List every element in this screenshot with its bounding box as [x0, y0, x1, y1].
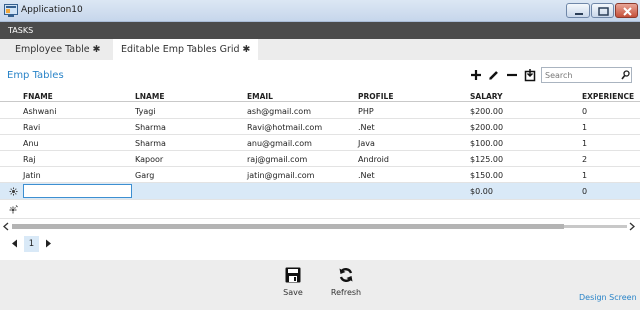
column-header-email[interactable]: EMAIL — [247, 92, 273, 101]
minimize-icon — [575, 13, 583, 15]
cell-salary: $100.00 — [470, 139, 504, 148]
cell-profile: .Net — [358, 171, 375, 180]
cell-fname: Ravi — [23, 123, 41, 132]
close-icon — [623, 7, 632, 16]
save-icon — [285, 267, 301, 283]
window-titlebar: Application10 — [0, 0, 640, 22]
tab-strip: Employee Table ✱ Editable Emp Tables Gri… — [0, 39, 640, 60]
save-label: Save — [283, 288, 303, 297]
previous-page-icon[interactable] — [11, 239, 18, 248]
table-row[interactable]: Jatin Garg jatin@gmail.com .Net $150.00 … — [0, 167, 640, 183]
page-number[interactable]: 1 — [24, 236, 39, 252]
add-row[interactable] — [0, 200, 640, 219]
section-title: Emp Tables — [7, 70, 64, 81]
delete-icon[interactable] — [505, 68, 519, 82]
cell-email: anu@gmail.com — [247, 139, 312, 148]
column-header-salary[interactable]: SALARY — [470, 92, 503, 101]
design-screen-link[interactable]: Design Screen — [579, 293, 637, 302]
cell-lname: Sharma — [135, 123, 166, 132]
cell-profile: Android — [358, 155, 389, 164]
tasks-label: TASKS — [8, 26, 34, 35]
cell-lname: Kapoor — [135, 155, 164, 164]
scrollbar-thumb[interactable] — [12, 224, 564, 229]
cell-email: ash@gmail.com — [247, 107, 311, 116]
scroll-right-arrow-icon[interactable] — [628, 222, 636, 231]
cell-experience: 0 — [582, 107, 588, 116]
command-bar: Save Refresh Design Screen — [0, 260, 640, 310]
cell-experience: 2 — [582, 155, 588, 164]
tab-employee-table[interactable]: Employee Table ✱ — [0, 39, 113, 60]
cell-lname: Tyagi — [135, 107, 156, 116]
cell-email: Ravi@hotmail.com — [247, 123, 323, 132]
new-row-editor[interactable]: $0.00 0 — [0, 183, 640, 200]
table-row[interactable]: Ravi Sharma Ravi@hotmail.com .Net $200.0… — [0, 119, 640, 135]
cell-experience: 1 — [582, 139, 588, 148]
add-icon[interactable] — [469, 68, 483, 82]
tasks-bar: TASKS — [0, 22, 640, 39]
refresh-button[interactable]: Refresh — [321, 267, 371, 297]
add-row-icon[interactable] — [9, 205, 18, 214]
cell-email: jatin@gmail.com — [247, 171, 315, 180]
cell-fname: Anu — [23, 139, 39, 148]
cell-fname: Jatin — [23, 171, 41, 180]
tab-editable-emp-tables-grid[interactable]: Editable Emp Tables Grid ✱ — [113, 39, 258, 60]
cell-lname: Garg — [135, 171, 155, 180]
cell-salary: $150.00 — [470, 171, 504, 180]
maximize-icon — [598, 7, 609, 16]
edit-icon[interactable] — [487, 68, 501, 82]
cell-fname: Raj — [23, 155, 36, 164]
cell-fname: Ashwani — [23, 107, 57, 116]
search-box[interactable] — [541, 67, 632, 83]
export-icon[interactable] — [523, 68, 537, 82]
cell-profile: .Net — [358, 123, 375, 132]
app-icon — [4, 4, 18, 17]
new-row-fname-input[interactable] — [23, 184, 132, 198]
column-header-fname[interactable]: FNAME — [23, 92, 53, 101]
next-page-icon[interactable] — [45, 239, 52, 248]
refresh-icon — [339, 268, 353, 282]
save-button[interactable]: Save — [268, 267, 318, 297]
cell-profile: PHP — [358, 107, 374, 116]
close-button[interactable] — [615, 3, 638, 18]
table-row[interactable]: Raj Kapoor raj@gmail.com Android $125.00… — [0, 151, 640, 167]
scroll-left-arrow-icon[interactable] — [2, 222, 10, 231]
cell-salary: $200.00 — [470, 107, 504, 116]
cell-experience: 1 — [582, 171, 588, 180]
new-row-icon — [9, 187, 18, 196]
cell-salary: $125.00 — [470, 155, 504, 164]
column-header-lname[interactable]: LNAME — [135, 92, 164, 101]
refresh-label: Refresh — [330, 288, 362, 297]
column-header-profile[interactable]: PROFILE — [358, 92, 393, 101]
grid-header: FNAME LNAME EMAIL PROFILE SALARY EXPERIE… — [0, 91, 640, 102]
search-icon[interactable] — [621, 70, 630, 80]
maximize-button[interactable] — [591, 3, 614, 18]
table-row[interactable]: Anu Sharma anu@gmail.com Java $100.00 1 — [0, 135, 640, 151]
pager: 1 — [0, 236, 640, 252]
search-input[interactable] — [545, 69, 617, 81]
cell-lname: Sharma — [135, 139, 166, 148]
table-row[interactable]: Ashwani Tyagi ash@gmail.com PHP $200.00 … — [0, 103, 640, 119]
cell-email: raj@gmail.com — [247, 155, 308, 164]
cell-experience: 1 — [582, 123, 588, 132]
column-header-experience[interactable]: EXPERIENCE — [582, 92, 634, 101]
cell-salary: $200.00 — [470, 123, 504, 132]
new-row-salary: $0.00 — [470, 187, 493, 196]
window-title: Application10 — [21, 5, 83, 15]
minimize-button[interactable] — [566, 3, 590, 18]
new-row-experience: 0 — [582, 187, 588, 196]
cell-profile: Java — [358, 139, 375, 148]
horizontal-scrollbar[interactable] — [0, 220, 640, 233]
